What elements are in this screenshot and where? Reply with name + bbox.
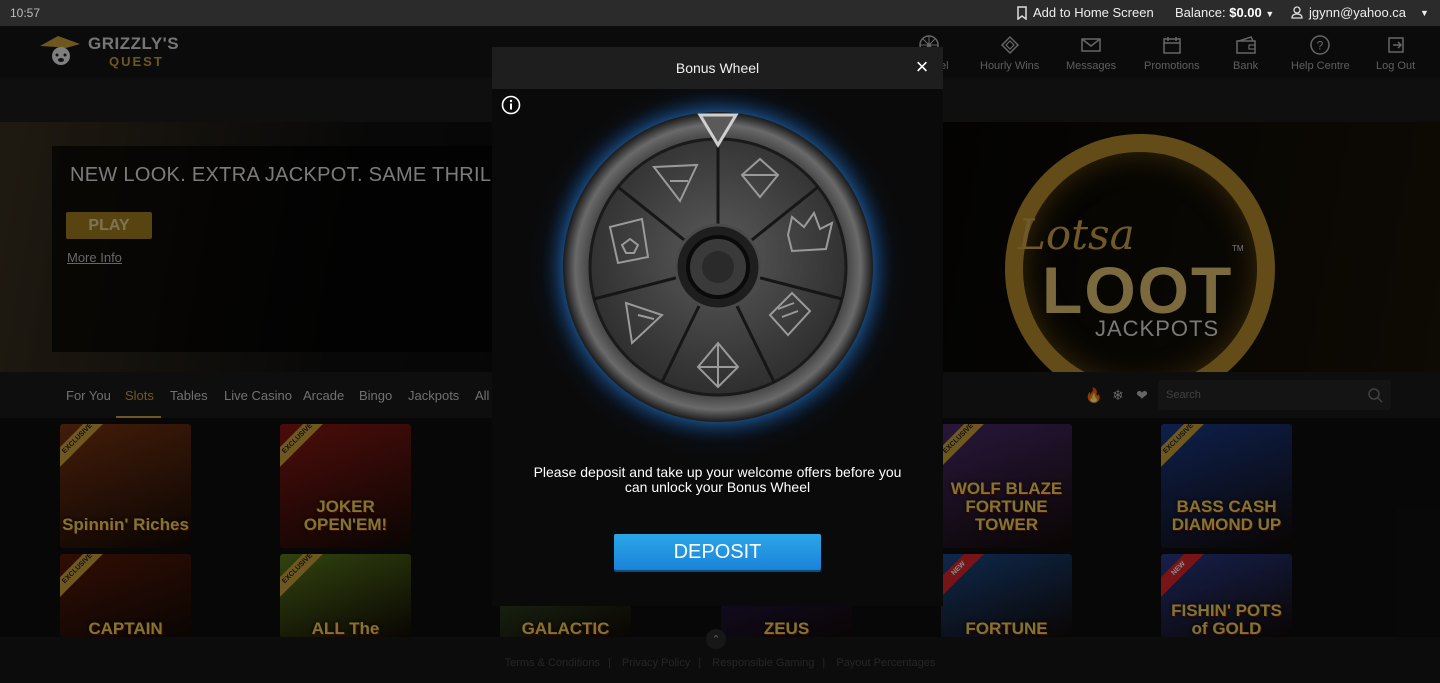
chevron-down-icon: ▼: [1420, 7, 1429, 18]
deposit-button[interactable]: DEPOSIT: [614, 534, 821, 570]
chevron-down-icon: ▼: [1265, 9, 1275, 19]
clock-text: 10:57: [10, 6, 41, 20]
add-to-home-label: Add to Home Screen: [1033, 5, 1154, 20]
user-email: jgynn@yahoo.ca: [1309, 5, 1407, 20]
user-icon: [1291, 6, 1303, 19]
bonus-wheel-modal: Bonus Wheel × Please deposit and take up…: [492, 47, 943, 606]
balance-label: Balance:: [1175, 5, 1226, 20]
status-bar: 10:57 Add to Home Screen Balance: $0.00 …: [0, 0, 1440, 26]
balance-dropdown[interactable]: Balance: $0.00 ▼: [1175, 5, 1274, 20]
close-icon[interactable]: ×: [912, 56, 932, 78]
balance-value: $0.00: [1229, 5, 1262, 20]
modal-header: Bonus Wheel ×: [492, 47, 943, 89]
page-root: 10:57 Add to Home Screen Balance: $0.00 …: [0, 0, 1440, 683]
info-icon[interactable]: [501, 95, 521, 115]
bookmark-icon: [1017, 5, 1027, 20]
modal-title: Bonus Wheel: [675, 60, 760, 76]
bonus-wheel: [540, 89, 896, 445]
modal-message: Please deposit and take up your welcome …: [533, 464, 902, 495]
add-to-home-button[interactable]: Add to Home Screen: [1016, 5, 1154, 20]
user-menu[interactable]: jgynn@yahoo.ca ▼: [1291, 5, 1429, 20]
wheel-center[interactable]: [702, 251, 734, 283]
